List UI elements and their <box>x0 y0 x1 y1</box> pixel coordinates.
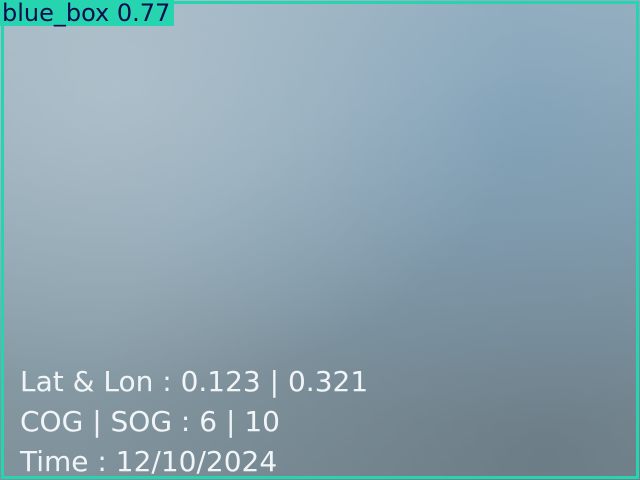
detection-label: blue_box 0.77 <box>0 0 175 26</box>
camera-frame: blue_box 0.77 Lat & Lon : 0.123 | 0.321 … <box>0 0 640 480</box>
lat-lon-readout: Lat & Lon : 0.123 | 0.321 <box>20 365 369 398</box>
telemetry-overlay: Lat & Lon : 0.123 | 0.321 COG | SOG : 6 … <box>20 362 368 480</box>
cog-sog-readout: COG | SOG : 6 | 10 <box>20 405 280 438</box>
time-readout: Time : 12/10/2024 <box>20 445 278 478</box>
